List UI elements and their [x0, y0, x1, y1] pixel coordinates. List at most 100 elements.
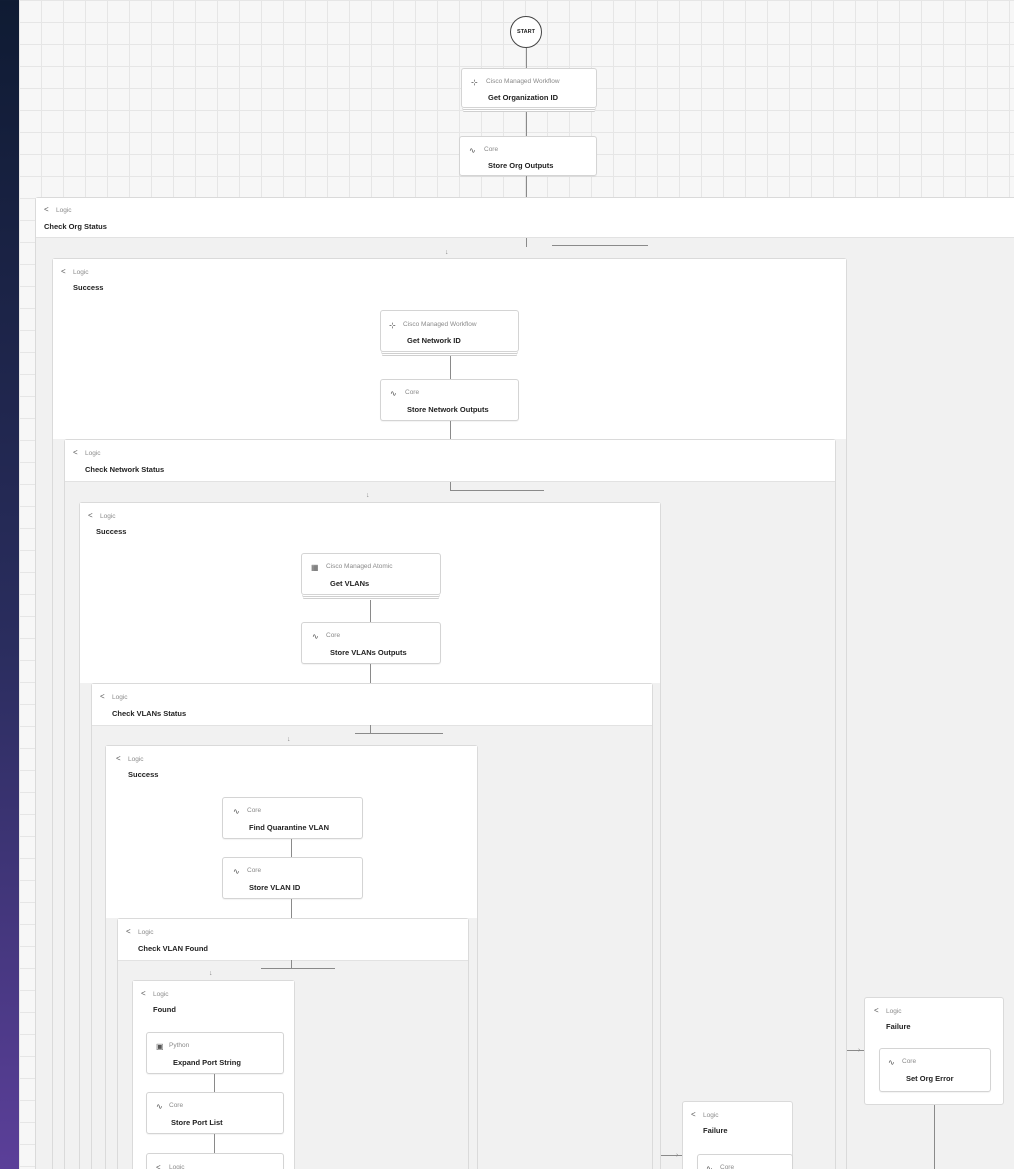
workflow-canvas[interactable]: START ⊹ Cisco Managed Workflow Get Organ…: [19, 0, 1014, 1169]
core-icon: ∿: [233, 807, 240, 816]
group-kind: Logic: [138, 929, 154, 936]
group-kind: Logic: [112, 694, 128, 701]
connector-line: [934, 1105, 935, 1169]
group-title: Success: [73, 283, 104, 292]
workflow-icon: ⊹: [471, 78, 478, 87]
logic-node[interactable]: < Logic: [146, 1153, 284, 1169]
node-type: Core: [247, 807, 262, 814]
group-kind: Logic: [128, 756, 144, 763]
branch-icon: <: [73, 448, 78, 457]
connector-line: [214, 1074, 215, 1092]
node-type: Logic: [169, 1164, 185, 1169]
find-quarantine-vlan-node[interactable]: ∿ Core Find Quarantine VLAN: [222, 797, 363, 839]
python-icon: ▣: [156, 1042, 164, 1051]
group-header: < Logic Check Org Status: [36, 198, 1014, 238]
core-icon: ∿: [706, 1164, 713, 1169]
group-title: Check VLAN Found: [138, 944, 209, 953]
workflow-icon: ⊹: [389, 321, 396, 330]
node-name: Get Network ID: [407, 336, 461, 345]
node-name: Get Organization ID: [488, 93, 559, 102]
group-title: Success: [96, 527, 127, 536]
branch-icon: <: [88, 511, 93, 520]
group-header: < Logic Check VLAN Found: [118, 919, 468, 961]
node-name: Expand Port String: [173, 1058, 241, 1067]
node-type: Python: [169, 1042, 190, 1049]
branch-icon: <: [874, 1006, 879, 1015]
connector-line: [450, 421, 451, 439]
connector-line: [370, 664, 371, 683]
get-vlans-node[interactable]: ▦ Cisco Managed Atomic Get VLANs: [301, 553, 441, 595]
group-kind: Logic: [100, 513, 116, 520]
connector-line: [526, 48, 527, 68]
group-header: < Logic Check VLANs Status: [92, 684, 652, 726]
node-type: Core: [169, 1102, 184, 1109]
node-type: Core: [405, 389, 420, 396]
node-type: Core: [326, 632, 341, 639]
get-network-id-node[interactable]: ⊹ Cisco Managed Workflow Get Network ID: [380, 310, 519, 352]
connector-line: [526, 176, 527, 197]
node-type: Cisco Managed Workflow: [486, 78, 560, 85]
node-name: Store Network Outputs: [407, 405, 489, 414]
node-type: Core: [484, 146, 499, 153]
core-icon: ∿: [888, 1058, 895, 1067]
node-type: Core: [902, 1058, 917, 1065]
core-icon: ∿: [469, 146, 476, 155]
store-org-outputs-node[interactable]: ∿ Core Store Org Outputs: [459, 136, 597, 176]
node-name: Get VLANs: [330, 579, 370, 588]
arrow-down-icon: ↓: [209, 970, 213, 977]
branch-icon: <: [141, 989, 146, 998]
connector-line: [847, 1050, 864, 1051]
connector-line: [552, 245, 648, 246]
atomic-icon: ▦: [311, 563, 319, 572]
branch-icon: <: [126, 927, 131, 936]
core-icon: ∿: [390, 389, 397, 398]
start-label: START: [517, 29, 535, 35]
store-vlan-id-node[interactable]: ∿ Core Store VLAN ID: [222, 857, 363, 899]
store-vlans-outputs-node[interactable]: ∿ Core Store VLANs Outputs: [301, 622, 441, 664]
core-node[interactable]: ∿ Core: [697, 1154, 793, 1169]
group-title: Failure: [703, 1126, 728, 1135]
connector-line: [355, 733, 443, 734]
group-title: Check VLANs Status: [112, 709, 187, 718]
connector-line: [291, 839, 292, 857]
store-network-outputs-node[interactable]: ∿ Core Store Network Outputs: [380, 379, 519, 421]
connector-line: [214, 1134, 215, 1153]
connector-line: [370, 600, 371, 622]
org-failure-group[interactable]: < Logic Failure ∿ Core Set Org Error: [864, 997, 1004, 1105]
start-node[interactable]: START: [510, 16, 542, 48]
arrow-right-icon: ›: [858, 1047, 861, 1054]
branch-icon: <: [691, 1110, 696, 1119]
group-kind: Logic: [703, 1112, 719, 1119]
expand-port-string-node[interactable]: ▣ Python Expand Port String: [146, 1032, 284, 1074]
group-title: Found: [153, 1005, 176, 1014]
arrow-down-icon: ↓: [445, 249, 449, 256]
connector-line: [661, 1155, 682, 1156]
group-title: Success: [128, 770, 159, 779]
node-name: Store VLAN ID: [249, 883, 301, 892]
branch-icon: <: [156, 1163, 161, 1169]
core-icon: ∿: [233, 867, 240, 876]
node-name: Set Org Error: [906, 1074, 954, 1083]
group-title: Failure: [886, 1022, 911, 1031]
store-port-list-node[interactable]: ∿ Core Store Port List: [146, 1092, 284, 1134]
connector-line: [526, 112, 527, 136]
node-type: Core: [720, 1164, 735, 1169]
group-kind: Logic: [56, 207, 72, 214]
arrow-down-icon: ↓: [366, 492, 370, 499]
branch-icon: <: [61, 267, 66, 276]
branch-icon: <: [100, 692, 105, 701]
group-kind: Logic: [73, 269, 89, 276]
node-type: Core: [247, 867, 262, 874]
node-name: Store Org Outputs: [488, 161, 554, 170]
node-type: Cisco Managed Workflow: [403, 321, 477, 328]
group-title: Check Org Status: [44, 222, 107, 231]
core-icon: ∿: [156, 1102, 163, 1111]
node-name: Find Quarantine VLAN: [249, 823, 330, 832]
network-failure-group[interactable]: < Logic Failure ∿ Core: [682, 1101, 793, 1169]
set-org-error-node[interactable]: ∿ Core Set Org Error: [879, 1048, 991, 1092]
branch-icon: <: [116, 754, 121, 763]
connector-line: [450, 356, 451, 379]
core-icon: ∿: [312, 632, 319, 641]
connector-line: [261, 968, 335, 969]
get-organization-id-node[interactable]: ⊹ Cisco Managed Workflow Get Organizatio…: [461, 68, 597, 108]
